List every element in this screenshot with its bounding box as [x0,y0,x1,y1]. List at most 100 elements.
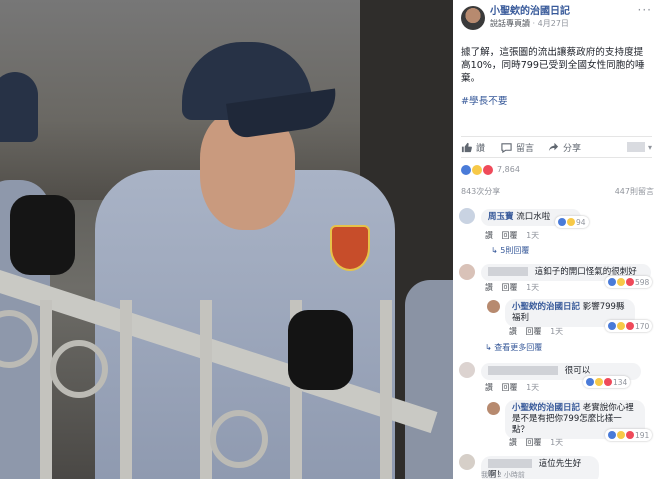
reply-reply-link[interactable]: 回覆 [526,327,542,336]
reaction-count: 7,864 [497,165,520,174]
reply-author[interactable]: 小聖欸的治國日記 [512,302,580,312]
comment-footer-text: 我也 2 小時前 [481,471,525,479]
reply-arrow-icon: ↳ [485,343,495,352]
comment-actions: 讚 回覆 1天 [485,382,545,393]
comment-reply-link[interactable]: 回覆 [502,283,518,292]
photo-left-cap [0,72,38,142]
love-reaction-icon [626,322,634,330]
share-button[interactable]: 分享 [548,141,581,154]
comment-like-link[interactable]: 讚 [485,231,493,240]
reply-like-link[interactable]: 讚 [509,438,517,447]
comment-button[interactable]: 留言 [501,141,534,154]
reply-reactions[interactable]: 191 [605,429,653,441]
page-avatar[interactable] [461,6,485,30]
like-reaction-icon [608,278,616,286]
comment-actions: 讚 回覆 1天 [485,230,545,241]
reply-actions: 讚 回覆 1天 [509,326,569,337]
reply-time[interactable]: 1天 [550,327,563,336]
post-actions-bar: 讚 留言 分享 ▾ [461,136,652,158]
comment-actions: 讚 回覆 1天 [485,282,545,293]
haha-reaction-icon [617,322,625,330]
photo-fence [0,300,453,479]
comment-like-link[interactable]: 讚 [485,283,493,292]
hidden-commenter-name [488,459,532,468]
post-photo[interactable] [0,0,453,479]
reply-time[interactable]: 1天 [550,438,563,447]
reply-reply-link[interactable]: 回覆 [526,438,542,447]
share-count[interactable]: 843次分享 [461,186,500,197]
reply-avatar[interactable] [487,402,500,415]
post-stats: 843次分享 447則留言 [461,186,654,197]
haha-reaction-icon [617,431,625,439]
comment-reply-link[interactable]: 回覆 [502,383,518,392]
love-reaction-icon [483,164,493,175]
fence-ornament [50,340,108,398]
haha-reaction-icon [617,278,625,286]
fence-ornament [0,310,38,368]
haha-reaction-icon [567,218,575,226]
like-reaction-icon [608,322,616,330]
comment-icon [501,142,512,153]
share-icon [548,142,559,151]
love-reaction-icon [604,378,612,386]
reply-author[interactable]: 小聖欸的治國日記 [512,403,580,413]
photo-right-glove [288,310,353,390]
like-reaction-icon [586,378,594,386]
comment-time[interactable]: 1天 [526,231,539,240]
hidden-commenter-name [488,366,558,375]
comment-time[interactable]: 1天 [526,283,539,292]
commenter-avatar[interactable] [459,264,475,280]
commenter-avatar[interactable] [459,208,475,224]
comment-reaction-count: 94 [576,217,586,227]
page-name[interactable]: 小聖欸的治國日記 [490,6,570,18]
comment-footer: 我也 2 小時前 [481,470,531,479]
comment-count[interactable]: 447則留言 [615,186,654,197]
reply-actions: 讚 回覆 1天 [509,437,569,448]
post-date[interactable]: 4月27日 [538,19,569,28]
like-reaction-icon [558,218,566,226]
comment-reaction-count: 598 [635,277,650,287]
post-hashtag[interactable]: #學長不要 [461,93,652,107]
commenter-name[interactable]: 周玉寶 [488,212,514,222]
comment-reactions[interactable]: 94 [555,216,589,228]
share-label: 分享 [563,143,582,154]
like-button[interactable]: 讚 [461,141,485,154]
comment-text: 流口水啦 [516,212,551,222]
comment-reactions[interactable]: 134 [583,376,631,388]
reply-reaction-count: 191 [635,430,650,440]
post-subtitle: 說話專頁讀 [490,19,530,28]
chevron-down-icon: ▾ [647,142,652,152]
comment-like-link[interactable]: 讚 [485,383,493,392]
commenter-avatar[interactable] [459,362,475,378]
like-label: 讚 [476,143,486,154]
comment-reactions[interactable]: 598 [605,276,653,288]
post-header: 小聖欸的治國日記 說話專頁讀 · 4月27日 ··· [461,4,652,40]
haha-reaction-icon [595,378,603,386]
comment-label: 留言 [516,143,535,154]
haha-reaction-icon [472,164,482,175]
view-replies-link[interactable]: ↳ 5則回覆 [491,245,529,256]
photo-left-glove [10,195,75,275]
like-reaction-icon [461,164,471,175]
comment-time[interactable]: 1天 [526,383,539,392]
viewer-selector[interactable]: ▾ [626,142,652,152]
view-more-replies-link[interactable]: ↳ 查看更多回覆 [485,342,542,353]
reply-arrow-icon: ↳ [491,246,501,255]
comment-reply-link[interactable]: 回覆 [502,231,518,240]
reaction-summary[interactable]: 7,864 ▾ [461,164,660,175]
reply-reactions[interactable]: 170 [605,320,653,332]
love-reaction-icon [626,431,634,439]
viewer-avatar [626,142,645,152]
commenter-avatar[interactable] [459,454,475,470]
hidden-commenter-name [488,267,528,276]
photo-shoulder-patch [330,225,370,271]
reply-avatar[interactable] [487,300,500,313]
post-text: 據了解，這張圖的流出讓蔡政府的支持度提高10%，同時799已受到全國女性同胞的唾… [461,47,645,84]
love-reaction-icon [626,278,634,286]
comment-text: 很可以 [564,366,591,376]
reply-like-link[interactable]: 讚 [509,327,517,336]
more-options-icon[interactable]: ··· [638,4,652,16]
reply-reaction-count: 170 [635,321,650,331]
fence-ornament [210,410,268,468]
like-reaction-icon [608,431,616,439]
